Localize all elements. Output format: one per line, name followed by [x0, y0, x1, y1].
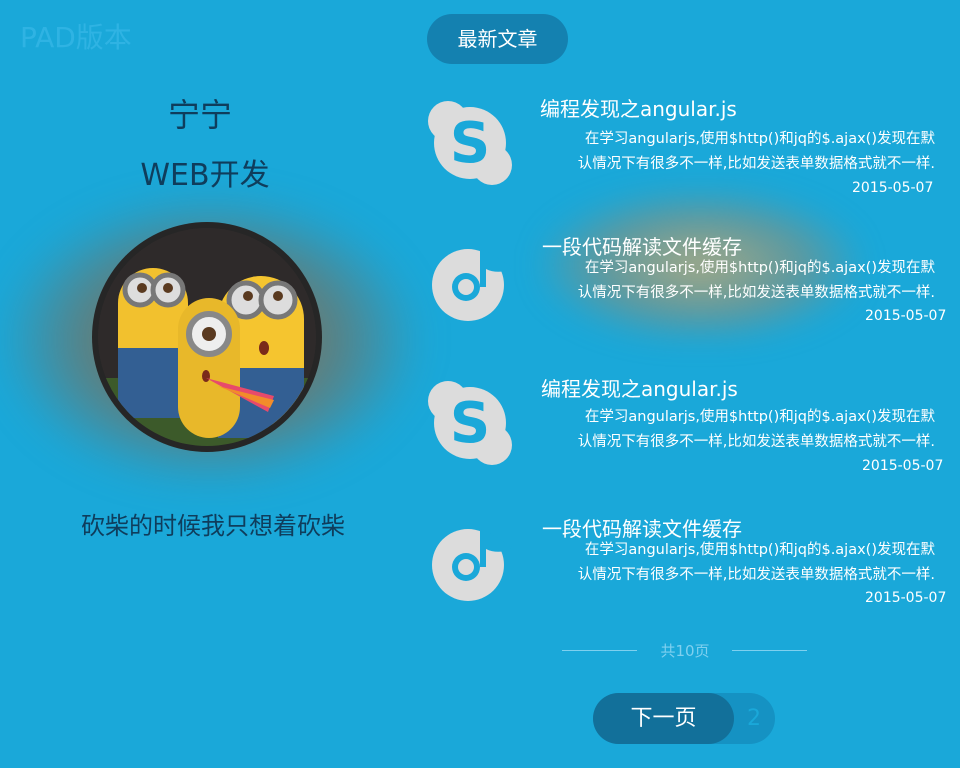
next-page-number[interactable]: 2: [739, 693, 769, 744]
article-desc-line: 在学习angularjs,使用$http()和jq的$.ajax()发现在默: [584, 409, 935, 425]
article-desc-line: 在学习angularjs,使用$http()和jq的$.ajax()发现在默: [584, 542, 935, 558]
article-title[interactable]: 编程发现之angular.js: [540, 93, 737, 122]
article-title[interactable]: 编程发现之angular.js: [541, 373, 738, 402]
avatar-image: [98, 228, 316, 446]
pager-total: 共10页: [660, 642, 710, 660]
article-desc-line: 认情况下有很多不一样,比如发送表单数据格式就不一样.: [577, 434, 935, 450]
article-desc-line: 在学习angularjs,使用$http()和jq的$.ajax()发现在默: [584, 131, 935, 147]
article-desc-line: 认情况下有很多不一样,比如发送表单数据格式就不一样.: [577, 567, 935, 583]
article-date: 2015-05-07: [865, 590, 947, 606]
article-desc-line: 在学习angularjs,使用$http()和jq的$.ajax()发现在默: [584, 260, 935, 276]
skype-icon: S: [428, 101, 512, 185]
article-date: 2015-05-07: [862, 458, 944, 474]
next-page-button[interactable]: 下一页: [593, 693, 734, 744]
profile-name: 宁宁: [167, 96, 232, 134]
skype-icon: S: [428, 381, 512, 465]
svg-text:S: S: [450, 111, 490, 176]
article-date: 2015-05-07: [865, 308, 947, 324]
article-desc-line: 认情况下有很多不一样,比如发送表单数据格式就不一样.: [577, 156, 935, 172]
avatar: [98, 228, 316, 446]
profile-motto: 砍柴的时候我只想着砍柴: [81, 512, 345, 540]
svg-text:S: S: [450, 391, 490, 456]
article-date: 2015-05-07: [852, 180, 934, 196]
pager-controls: 下一页 2: [593, 693, 775, 744]
version-tag: PAD版本: [20, 21, 132, 54]
pager-divider-right: [732, 650, 807, 651]
music-note-icon: [432, 529, 512, 601]
music-note-icon: [432, 249, 512, 321]
latest-articles-button[interactable]: 最新文章: [427, 14, 568, 64]
profile-job: WEB开发: [140, 158, 270, 193]
article-desc-line: 认情况下有很多不一样,比如发送表单数据格式就不一样.: [577, 285, 935, 301]
pager-divider-left: [562, 650, 637, 651]
